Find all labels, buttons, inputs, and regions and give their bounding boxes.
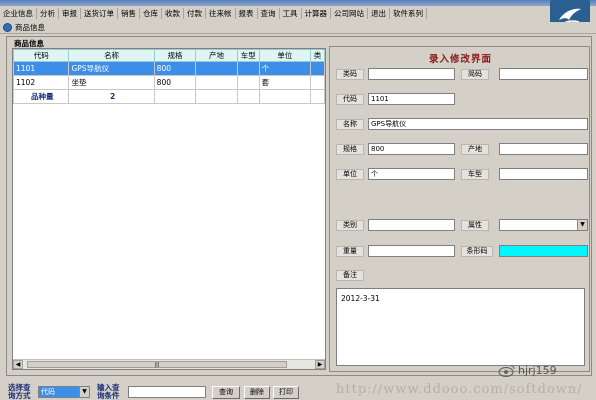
chevron-down-icon[interactable]: ▼ [577,220,587,230]
column-header-model[interactable]: 车型 [236,49,260,62]
cell-type [310,61,325,76]
label-category: 类别 [336,220,364,231]
cell-name: GPS导航仪 [68,61,155,76]
cell-code: 1101 [13,61,70,76]
print-button[interactable]: 打印 [273,386,299,399]
weight-field[interactable] [368,245,455,257]
menu-item-analysis[interactable]: 分析 [37,7,59,19]
weibo-watermark: hjrj159 [498,364,557,377]
scroll-thumb[interactable]: ||| [27,361,287,368]
menu-item-accounts[interactable]: 往来帐 [206,7,236,19]
column-header-origin[interactable]: 产地 [195,49,238,62]
query-condition-input[interactable] [128,386,206,398]
label-code: 代码 [336,94,364,105]
window-icon [3,23,12,32]
label-spec: 规格 [336,144,364,155]
cell-name: 坐垫 [68,75,155,90]
label-category-code: 类码 [336,69,364,80]
column-header-code[interactable]: 代码 [13,49,70,62]
cell-model [236,75,260,90]
column-header-spec[interactable]: 规格 [153,49,197,62]
label-origin: 产地 [461,144,489,155]
window-caption: 商品信息 [0,22,596,34]
summary-label: 品种量 [13,89,70,104]
query-condition-label: 输入查询条件 [97,383,120,400]
menu-item-tools[interactable]: 工具 [280,7,302,19]
label-short-code: 简码 [461,69,489,80]
column-header-name[interactable]: 名称 [68,49,155,62]
cell-type [310,75,325,90]
cell-spec: 800 [153,75,197,90]
menu-item-report[interactable]: 审报 [59,7,81,19]
category-code-field[interactable] [368,68,455,80]
spec-field[interactable]: 800 [368,143,455,155]
menu-item-receipts[interactable]: 收款 [162,7,184,19]
scroll-left-arrow-icon[interactable]: ◀ [13,360,23,369]
cell-model [236,61,260,76]
weibo-logo-icon [498,365,515,377]
chevron-down-icon[interactable]: ▼ [79,387,89,397]
table-row[interactable]: 1101 GPS导航仪 800 个 [13,61,325,76]
category-field[interactable] [368,219,455,231]
window-title: 商品信息 [15,23,45,32]
remark-textarea[interactable]: 2012-3-31 [336,288,585,366]
delete-button[interactable]: 删除 [244,386,270,399]
attribute-select[interactable]: ▼ [499,219,588,231]
menu-item-delivery-order[interactable]: 送货订单 [81,7,118,19]
code-field[interactable]: 1101 [368,93,455,105]
label-remark: 备注 [336,270,364,281]
menu-item-company[interactable]: 企业信息 [0,7,37,19]
query-mode-label: 选择查询方式 [8,383,31,400]
form-title: 录入修改界面 [428,54,492,65]
cell-origin [195,75,238,90]
cell-code: 1102 [13,75,70,90]
column-header-type[interactable]: 类 [310,49,325,62]
weibo-handle: hjrj159 [518,364,557,377]
label-weight: 重量 [336,246,364,257]
short-code-field[interactable] [499,68,588,80]
name-field[interactable]: GPS导航仪 [368,118,588,130]
label-attribute: 属性 [461,220,489,231]
column-header-unit[interactable]: 单位 [258,49,312,62]
menu-item-calculator[interactable]: 计算器 [302,7,331,19]
menu-item-payments[interactable]: 付款 [184,7,206,19]
label-model: 车型 [461,169,489,180]
menu-item-reports[interactable]: 报表 [236,7,258,19]
unit-field[interactable]: 个 [368,168,455,180]
origin-field[interactable] [499,143,588,155]
bottom-toolbar: 选择查询方式 代码 ▼ 输入查询条件 查询 删除 打印 [0,380,596,400]
cell-unit: 个 [258,61,312,76]
horizontal-scrollbar[interactable]: ◀ ||| ▶ [13,359,325,369]
label-name: 名称 [336,119,364,130]
menu-item-website[interactable]: 公司网站 [331,7,368,19]
query-button[interactable]: 查询 [212,386,240,399]
menu-item-warehouse[interactable]: 仓库 [140,7,162,19]
menu-item-sales[interactable]: 销售 [118,7,140,19]
cell-spec: 800 [153,61,197,76]
label-unit: 单位 [336,169,364,180]
menu-bar: 企业信息 分析 审报 送货订单 销售 仓库 收款 付款 往来帐 报表 查询 工具… [0,6,552,20]
grid-header-row: 代码 名称 规格 产地 车型 单位 类 [13,49,325,62]
summary-row: 品种量 2 [13,89,325,104]
query-mode-select[interactable]: 代码 ▼ [38,386,90,398]
summary-count: 2 [68,89,155,104]
cell-unit: 套 [258,75,312,90]
product-grid[interactable]: 代码 名称 规格 产地 车型 单位 类 1101 GPS导航仪 800 个 11… [12,48,326,370]
menu-item-exit[interactable]: 退出 [368,7,390,19]
query-mode-value: 代码 [41,388,55,396]
menu-item-query[interactable]: 查询 [258,7,280,19]
barcode-field[interactable] [499,245,588,257]
scroll-right-arrow-icon[interactable]: ▶ [315,360,325,369]
table-row[interactable]: 1102 坐垫 800 套 [13,75,325,90]
edit-form-panel: 录入修改界面 类码 简码 代码 1101 名称 GPS导航仪 规格 800 产地… [329,46,590,372]
model-field[interactable] [499,168,588,180]
label-barcode: 条形码 [461,246,493,257]
menu-item-software-series[interactable]: 软件系列 [390,7,427,19]
cell-origin [195,61,238,76]
